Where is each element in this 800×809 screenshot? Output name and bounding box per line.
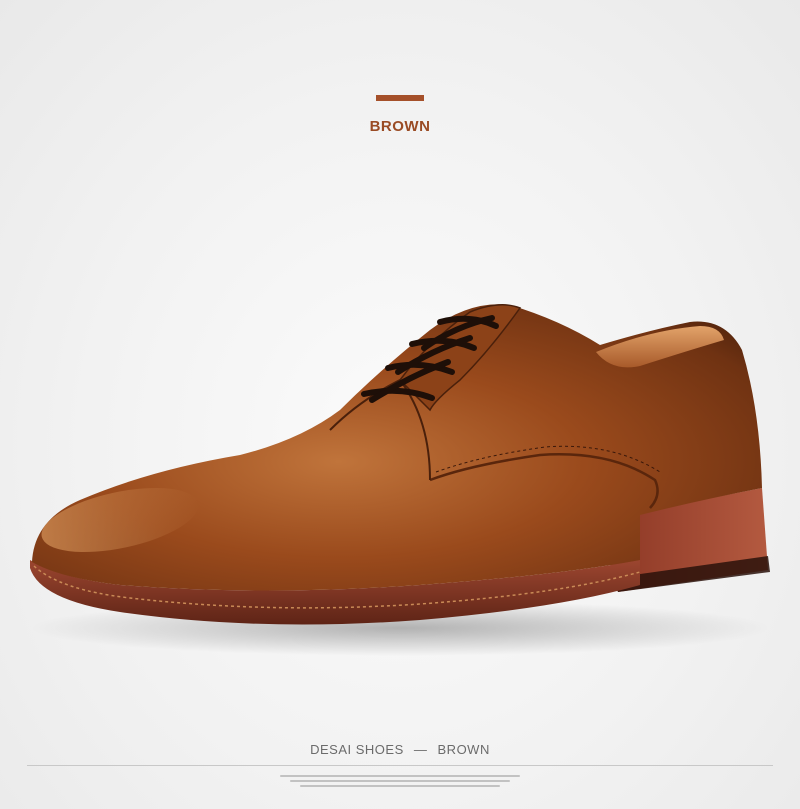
footer-color-name: BROWN [437,742,490,757]
footer-brand: DESAI SHOES [310,742,404,757]
footer-separator: — [413,742,428,757]
fine-print-illegible [0,772,800,794]
product-banner: BROWN DESAI SHOES — BROWN [0,0,800,809]
shoe-image [30,304,770,656]
footer-divider [27,765,773,766]
footer-caption: DESAI SHOES — BROWN [0,742,800,757]
